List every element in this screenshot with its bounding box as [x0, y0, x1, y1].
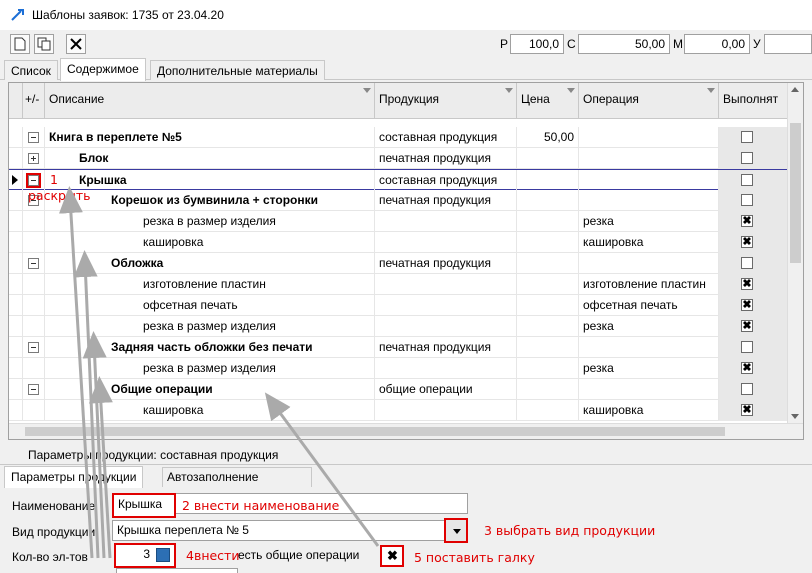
annotation-arrows: [58, 186, 380, 559]
